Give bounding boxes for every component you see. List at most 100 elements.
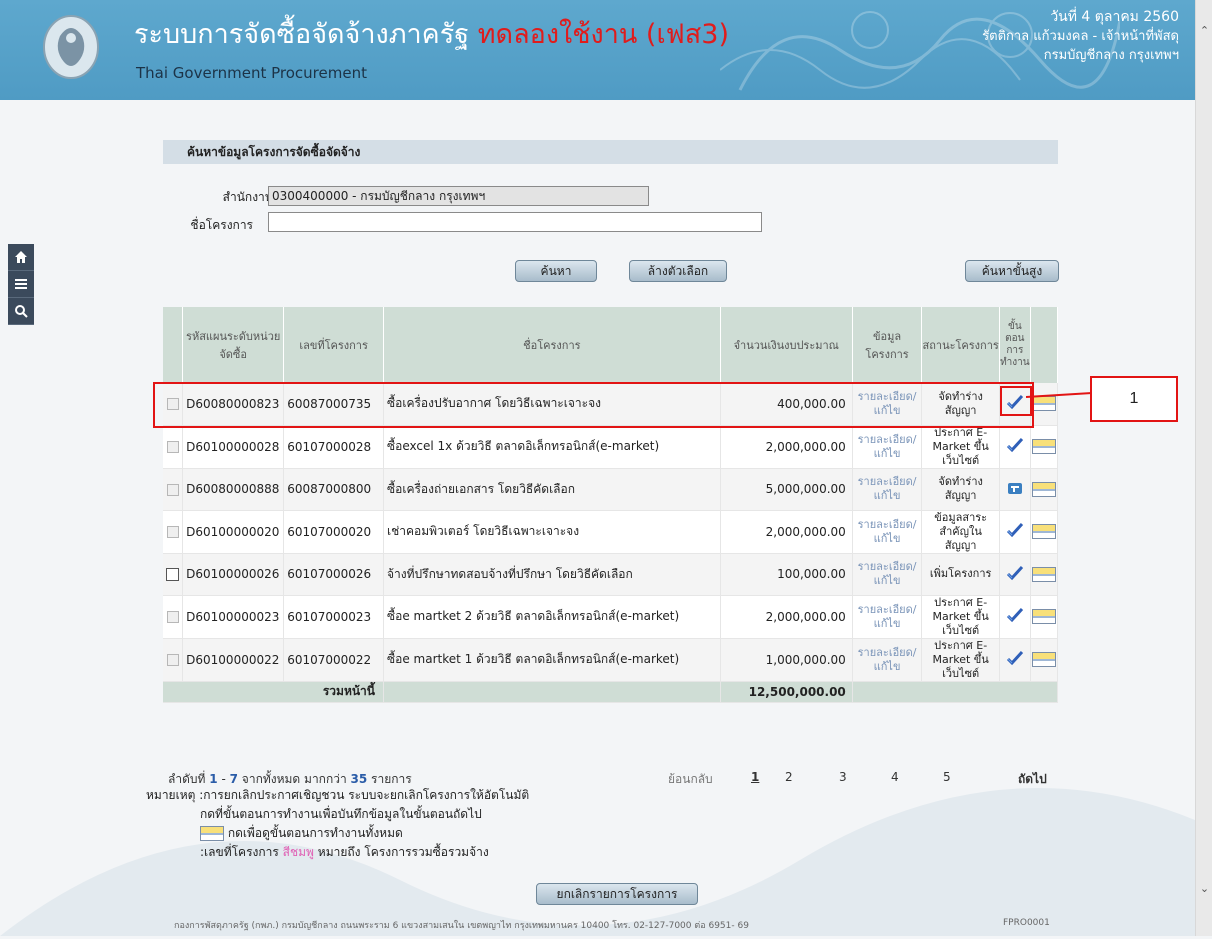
- row-checkbox[interactable]: [163, 468, 184, 511]
- table-row[interactable]: D60080000888 60087000800 ซื้อเครื่องถ่ายเอ…: [163, 468, 1059, 511]
- pagination-page-2[interactable]: 2: [785, 770, 793, 784]
- note-line-4-prefix: :เลขที่โครงการ: [200, 845, 279, 859]
- row-project-name: จ้างที่ปรึกษาทดสอบจ้างที่ปรึกษา โดยวิธีค…: [383, 553, 721, 596]
- app-header: ระบบการจัดซื้อจัดจ้างภาครัฐ ทดลองใช้งาน …: [0, 0, 1195, 100]
- notes: หมายเหตุ :การยกเลิกประกาศเชิญชวน ระบบจะย…: [146, 786, 529, 862]
- vertical-scrollbar[interactable]: ⌃ ⌄: [1195, 0, 1212, 936]
- row-step-button[interactable]: [999, 595, 1031, 639]
- row-step-button[interactable]: [999, 510, 1031, 554]
- checkmark-step-icon[interactable]: [1006, 522, 1024, 541]
- header-status: สถานะโครงการ: [921, 307, 1000, 383]
- row-all-steps-button[interactable]: [1030, 595, 1059, 639]
- all-steps-icon[interactable]: [1031, 652, 1056, 667]
- row-project-no: 60107000023: [283, 595, 384, 639]
- row-budget: 2,000,000.00: [720, 510, 853, 554]
- search-icon[interactable]: [8, 298, 34, 325]
- row-plan-code: D60100000022: [182, 638, 285, 682]
- row-all-steps-button[interactable]: [1030, 468, 1059, 511]
- checkmark-step-icon[interactable]: [1006, 565, 1024, 584]
- row-project-no: 60107000026: [283, 553, 384, 596]
- row-checkbox[interactable]: [163, 553, 184, 596]
- pagination-total-count: 35: [350, 772, 368, 786]
- row-detail-link[interactable]: รายละเอียด/แก้ไข: [852, 468, 923, 511]
- all-steps-icon[interactable]: [1031, 439, 1056, 454]
- row-project-name: เช่าคอมพิวเตอร์ โดยวิธีเฉพาะเจาะจง: [383, 510, 721, 554]
- row-checkbox[interactable]: [163, 595, 184, 639]
- all-steps-icon[interactable]: [1031, 566, 1056, 582]
- row-detail-link[interactable]: รายละเอียด/แก้ไข: [852, 510, 923, 554]
- app-title-main: ระบบการจัดซื้อจัดจ้างภาครัฐ: [134, 19, 470, 50]
- row-all-steps-button[interactable]: [1030, 383, 1059, 426]
- note-line-3-text: กดเพื่อดูขั้นตอนการทำงานทั้งหมด: [227, 826, 403, 840]
- search-button[interactable]: ค้นหา: [515, 260, 597, 282]
- row-checkbox[interactable]: [163, 638, 184, 682]
- total-row: รวมหน้านี้ 12,500,000.00: [163, 681, 1059, 703]
- scroll-down-arrow-icon[interactable]: ⌄: [1196, 880, 1212, 897]
- user-org: กรมบัญชีกลาง กรุงเทพฯ: [1043, 48, 1179, 63]
- row-all-steps-button[interactable]: [1030, 638, 1059, 682]
- row-step-button[interactable]: [999, 468, 1031, 511]
- all-steps-icon[interactable]: [1031, 609, 1056, 624]
- table-row[interactable]: D60100000028 60107000028 ซื้อexcel 1x ด้วย…: [163, 425, 1059, 469]
- row-all-steps-button[interactable]: [1030, 553, 1059, 596]
- note-line-2: กดที่ขั้นตอนการทำงานเพื่อบันทึกข้อมูลในข…: [146, 805, 529, 824]
- cancel-project-button[interactable]: ยกเลิกรายการโครงการ: [536, 883, 698, 905]
- save-step-icon[interactable]: [1007, 482, 1023, 499]
- header-budget: จำนวนเงินงบประมาณ: [720, 307, 853, 383]
- note-line-4: :เลขที่โครงการ สีชมพู หมายถึง โครงการรวม…: [146, 843, 529, 862]
- row-step-button[interactable]: [999, 425, 1031, 469]
- pagination-page-4[interactable]: 4: [891, 770, 899, 784]
- table-row[interactable]: D60100000020 60107000020 เช่าคอมพิวเตอร์ โ…: [163, 510, 1059, 554]
- all-steps-icon[interactable]: [1031, 481, 1056, 497]
- row-project-no: 60107000022: [283, 638, 384, 682]
- header-plan-code: รหัสแผนระดับหน่วยจัดซื้อ: [182, 307, 285, 383]
- row-budget: 100,000.00: [720, 553, 853, 596]
- pagination-next[interactable]: ถัดไป: [1018, 770, 1047, 789]
- pagination-back[interactable]: ย้อนกลับ: [668, 770, 713, 789]
- pagination-prefix: ลำดับที่: [168, 772, 206, 786]
- row-checkbox[interactable]: [163, 425, 184, 469]
- row-project-no: 60107000028: [283, 425, 384, 469]
- app-subtitle: Thai Government Procurement: [136, 64, 367, 82]
- checkmark-step-icon[interactable]: [1006, 650, 1024, 669]
- project-name-input[interactable]: [268, 212, 762, 232]
- checkmark-step-icon[interactable]: [1006, 437, 1024, 456]
- section-title: ค้นหาข้อมูลโครงการจัดซื้อจัดจ้าง: [163, 140, 1058, 164]
- table-row[interactable]: D60100000023 60107000023 ซื้อe martket 2 ด…: [163, 595, 1059, 639]
- total-label: รวมหน้านี้: [163, 681, 384, 703]
- row-detail-link[interactable]: รายละเอียด/แก้ไข: [852, 638, 923, 682]
- row-project-no: 60107000020: [283, 510, 384, 554]
- pagination-page-5[interactable]: 5: [943, 770, 951, 784]
- table-row[interactable]: D60100000026 60107000026 จ้างที่ปรึกษาทดสอ…: [163, 553, 1059, 596]
- row-project-name: ซื้อe martket 2 ด้วยวิธี ตลาดอิเล็กทรอนิ…: [383, 595, 721, 639]
- row-step-button[interactable]: [999, 553, 1031, 596]
- row-detail-link[interactable]: รายละเอียด/แก้ไข: [852, 425, 923, 469]
- table-row[interactable]: D60100000022 60107000022 ซื้อe martket 1 ด…: [163, 638, 1059, 682]
- row-detail-link[interactable]: รายละเอียด/แก้ไข: [852, 595, 923, 639]
- row-status: เพิ่มโครงการ: [921, 553, 1000, 596]
- footer-page-code: FPRO0001: [1003, 918, 1050, 928]
- header-step: ขั้นตอนการทำงาน: [999, 307, 1031, 383]
- row-all-steps-button[interactable]: [1030, 510, 1059, 554]
- callout-label: 1: [1090, 376, 1178, 422]
- home-icon[interactable]: [8, 244, 34, 271]
- office-field[interactable]: 0300400000 - กรมบัญชีกลาง กรุงเทพฯ: [268, 186, 649, 206]
- row-step-button[interactable]: [999, 638, 1031, 682]
- note-line-4-pink: สีชมพู: [282, 845, 314, 859]
- pagination-page-1[interactable]: 1: [751, 770, 759, 784]
- garuda-logo-icon: [43, 15, 99, 79]
- all-steps-icon[interactable]: [1031, 524, 1056, 539]
- row-budget: 2,000,000.00: [720, 595, 853, 639]
- scroll-up-arrow-icon[interactable]: ⌃: [1196, 22, 1212, 39]
- row-budget: 5,000,000.00: [720, 468, 853, 511]
- clear-button[interactable]: ล้างตัวเลือก: [629, 260, 727, 282]
- user-info: วันที่ 4 ตุลาคม 2560 รัตติกาล แก้วมงคล -…: [982, 8, 1179, 65]
- row-detail-link[interactable]: รายละเอียด/แก้ไข: [852, 553, 923, 596]
- pagination-page-3[interactable]: 3: [839, 770, 847, 784]
- row-checkbox[interactable]: [163, 510, 184, 554]
- menu-icon[interactable]: [8, 271, 34, 298]
- note-line-4-suffix: หมายถึง โครงการรวมซื้อรวมจ้าง: [317, 845, 489, 859]
- checkmark-step-icon[interactable]: [1006, 607, 1024, 626]
- advanced-search-button[interactable]: ค้นหาขั้นสูง: [965, 260, 1059, 282]
- row-all-steps-button[interactable]: [1030, 425, 1059, 469]
